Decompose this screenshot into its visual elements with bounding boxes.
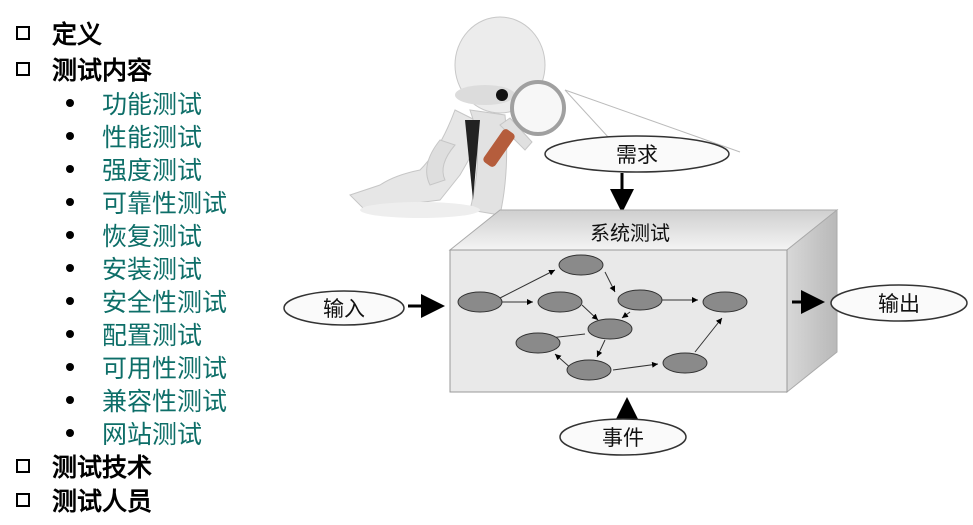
sub-item: 配置测试	[66, 317, 202, 350]
outline-list: 定义 测试内容 功能测试 性能测试 强度测试 可靠性测试 恢复测试 安装测试 安…	[0, 0, 300, 521]
sub-item: 强度测试	[66, 152, 202, 185]
sub-item: 安装测试	[66, 251, 202, 284]
sub-item: 兼容性测试	[66, 383, 227, 416]
bullet-dot-icon	[66, 395, 74, 404]
graph-node	[515, 332, 561, 354]
sub-item-label: 强度测试	[102, 155, 203, 185]
sub-item: 网站测试	[66, 416, 202, 449]
bullet-dot-icon	[66, 164, 74, 173]
sub-item: 安全性测试	[66, 284, 227, 317]
box-label: 系统测试	[590, 221, 670, 245]
figure-with-magnifier-icon	[349, 16, 741, 218]
graph-node	[537, 291, 583, 313]
bullet-dot-icon	[66, 362, 74, 371]
square-bullet-icon	[16, 26, 30, 40]
requirement-label: 需求	[616, 143, 658, 167]
output-label: 输出	[878, 292, 920, 316]
event-node: 事件	[559, 418, 687, 456]
square-bullet-icon	[16, 459, 30, 473]
system-test-diagram: 需求 系统测试 输入 输出 事件	[270, 0, 973, 521]
square-bullet-icon	[16, 62, 30, 76]
graph-node	[662, 352, 708, 374]
bullet-dot-icon	[66, 329, 74, 338]
sub-item-label: 功能测试	[102, 89, 203, 119]
sub-item-label: 恢复测试	[102, 221, 203, 251]
input-node: 输入	[283, 290, 405, 326]
sub-item: 性能测试	[66, 119, 202, 152]
output-node: 输出	[830, 284, 968, 322]
bullet-dot-icon	[66, 428, 74, 437]
sub-item-label: 兼容性测试	[102, 386, 228, 416]
sub-item-label: 安全性测试	[102, 287, 228, 317]
graph-node	[617, 289, 663, 311]
graph-node	[702, 291, 748, 313]
graph-node	[566, 359, 612, 381]
square-bullet-icon	[16, 493, 30, 507]
sub-item-label: 安装测试	[102, 254, 203, 284]
bullet-dot-icon	[66, 197, 74, 206]
sub-item-label: 可靠性测试	[102, 188, 228, 218]
outline-item-label: 测试人员	[52, 487, 153, 516]
sub-item: 可用性测试	[66, 350, 227, 383]
sub-item: 恢复测试	[66, 218, 202, 251]
outline-item-test-content: 测试内容	[16, 52, 152, 86]
event-label: 事件	[602, 426, 644, 450]
graph-node	[558, 254, 604, 276]
outline-item-label: 测试技术	[52, 453, 153, 482]
requirement-node: 需求	[544, 135, 730, 173]
bullet-dot-icon	[66, 296, 74, 305]
bullet-dot-icon	[66, 131, 74, 140]
bullet-dot-icon	[66, 263, 74, 272]
sub-item: 功能测试	[66, 86, 202, 119]
outline-item-definition: 定义	[16, 16, 102, 50]
graph-node	[457, 291, 503, 313]
sub-item-label: 性能测试	[102, 122, 203, 152]
outline-item-label: 定义	[52, 20, 103, 49]
input-label: 输入	[323, 297, 365, 321]
graph-node	[587, 318, 633, 340]
bullet-dot-icon	[66, 98, 74, 107]
sub-item-label: 可用性测试	[102, 353, 228, 383]
sub-item-label: 网站测试	[102, 419, 203, 449]
outline-item-label: 测试内容	[52, 56, 153, 85]
bullet-dot-icon	[66, 230, 74, 239]
sub-item-label: 配置测试	[102, 320, 203, 350]
outline-item-test-technique: 测试技术	[16, 449, 152, 483]
outline-item-testers: 测试人员	[16, 483, 152, 517]
sub-item: 可靠性测试	[66, 185, 227, 218]
